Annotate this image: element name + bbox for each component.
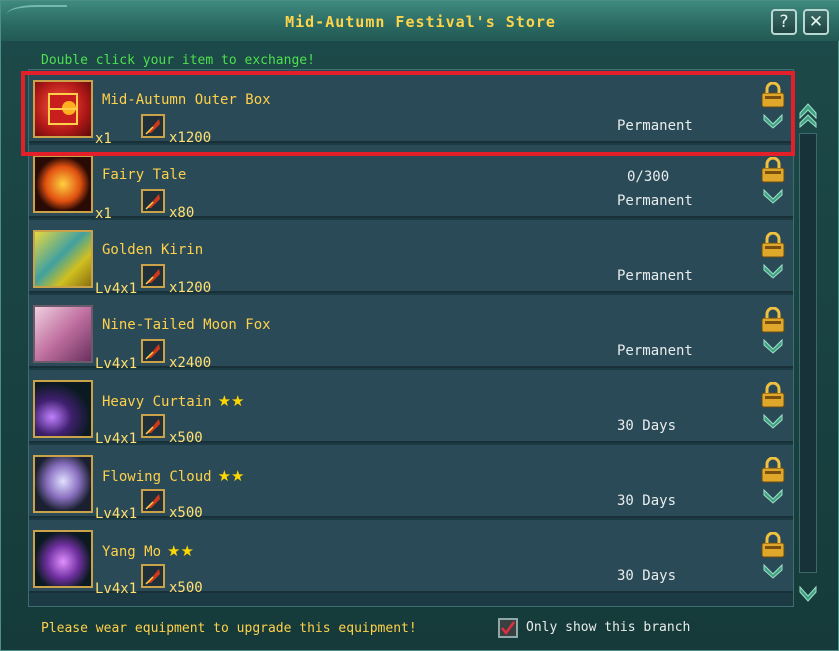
branch-filter-checkbox[interactable]: [498, 618, 518, 638]
star-rating: ★★: [217, 392, 245, 410]
branch-filter-label: Only show this branch: [526, 620, 691, 635]
item-limit: 0/300: [627, 169, 670, 185]
item-name: Golden Kirin: [102, 242, 204, 258]
scroll-down-icon[interactable]: [797, 583, 819, 605]
fire-orb-icon[interactable]: [33, 155, 93, 213]
fox-mount-icon[interactable]: [33, 305, 93, 363]
item-duration: 30 Days: [617, 418, 677, 434]
store-item-row[interactable]: Heavy Curtain ★★ Lv4x1 x500 30 Days: [29, 370, 793, 447]
item-duration: Permanent: [617, 343, 693, 359]
title-bar[interactable]: Mid-Autumn Festival's Store ? ✕: [1, 1, 839, 41]
lock-icon[interactable]: [760, 232, 786, 258]
feather-token-icon: [141, 414, 165, 438]
window-title: Mid-Autumn Festival's Store: [285, 13, 556, 31]
kirin-mount-icon[interactable]: [33, 230, 93, 288]
star-rating: ★★: [217, 467, 245, 485]
lock-icon[interactable]: [760, 307, 786, 333]
lock-icon[interactable]: [760, 382, 786, 408]
scroll-up-icon[interactable]: [797, 99, 819, 129]
feather-token-icon: [141, 189, 165, 213]
item-cost: x2400: [169, 355, 212, 371]
feather-token-icon: [141, 564, 165, 588]
list-scrollbar[interactable]: [797, 99, 819, 607]
check-icon: [501, 621, 516, 636]
item-name: Nine-Tailed Moon Fox: [102, 317, 271, 333]
item-name: Fairy Tale: [102, 167, 187, 183]
feather-token-icon: [141, 489, 165, 513]
store-item-row[interactable]: Golden Kirin Lv4x1 x1200 Permanent: [29, 220, 793, 297]
item-cost: x1200: [169, 280, 212, 296]
chevron-down-icon[interactable]: [762, 412, 784, 430]
store-item-row[interactable]: Flowing Cloud ★★ Lv4x1 x500 30 Days: [29, 445, 793, 522]
feather-token-icon: [141, 264, 165, 288]
scroll-track[interactable]: [799, 133, 817, 573]
item-cost: x500: [169, 505, 203, 521]
selected-item-highlight: [21, 71, 795, 156]
upgrade-note: Please wear equipment to upgrade this eq…: [41, 621, 417, 636]
close-button[interactable]: ✕: [803, 9, 829, 35]
lock-icon[interactable]: [760, 157, 786, 183]
purple-wings-icon[interactable]: [33, 380, 93, 438]
item-name: Yang Mo ★★: [102, 542, 194, 560]
feather-token-icon: [141, 339, 165, 363]
chevron-down-icon[interactable]: [762, 337, 784, 355]
item-cost: x500: [169, 430, 203, 446]
store-window: Mid-Autumn Festival's Store ? ✕ Double c…: [0, 0, 839, 651]
item-duration: 30 Days: [617, 568, 677, 584]
store-item-row[interactable]: Yang Mo ★★ Lv4x1 x500 30 Days: [29, 520, 793, 597]
violet-wings-icon[interactable]: [33, 530, 93, 588]
cloud-wings-icon[interactable]: [33, 455, 93, 513]
lock-icon[interactable]: [760, 457, 786, 483]
item-cost: x80: [169, 205, 195, 221]
chevron-down-icon[interactable]: [762, 187, 784, 205]
item-duration: 30 Days: [617, 493, 677, 509]
chevron-down-icon[interactable]: [762, 562, 784, 580]
item-name: Flowing Cloud ★★: [102, 467, 245, 485]
lock-icon[interactable]: [760, 532, 786, 558]
chevron-down-icon[interactable]: [762, 262, 784, 280]
store-item-row[interactable]: Nine-Tailed Moon Fox Lv4x1 x2400 Permane…: [29, 295, 793, 372]
exchange-hint: Double click your item to exchange!: [41, 53, 315, 68]
help-button[interactable]: ?: [771, 9, 797, 35]
item-duration: Permanent: [617, 193, 693, 209]
item-quantity: Lv4x1: [95, 581, 138, 597]
star-rating: ★★: [167, 542, 194, 560]
item-duration: Permanent: [617, 268, 693, 284]
item-name: Heavy Curtain ★★: [102, 392, 245, 410]
item-cost: x500: [169, 580, 203, 596]
chevron-down-icon[interactable]: [762, 487, 784, 505]
